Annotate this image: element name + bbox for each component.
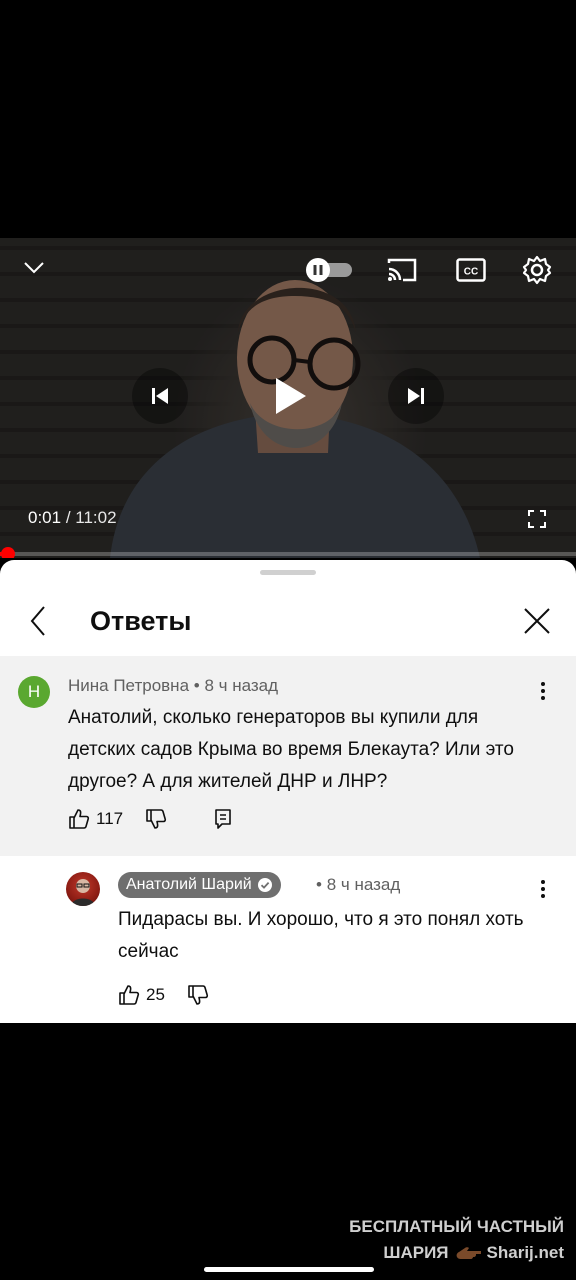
sheet-header: Ответы	[0, 588, 576, 654]
avatar[interactable]	[66, 872, 100, 906]
autoplay-toggle-icon[interactable]	[304, 258, 354, 282]
comment-text: Анатолий, сколько генераторов вы купили …	[68, 707, 514, 792]
watermark-name: ШАРИЯ	[383, 1243, 449, 1262]
like-count: 117	[96, 809, 124, 828]
settings-gear-icon[interactable]	[522, 255, 552, 285]
sheet-title: Ответы	[90, 606, 192, 636]
avatar[interactable]: Н	[18, 676, 50, 708]
watermark-site: Sharij.net	[486, 1243, 564, 1262]
like-icon[interactable]	[118, 984, 140, 1006]
parent-comment: Н Нина Петровна • 8 ч назад Анатолий, ск…	[0, 656, 576, 856]
like-icon[interactable]	[68, 808, 90, 830]
cast-icon[interactable]	[386, 256, 418, 284]
author-chip[interactable]: Анатолий Шарий	[118, 872, 281, 898]
back-button[interactable]	[22, 602, 56, 640]
verified-check-icon	[257, 878, 272, 892]
comment-time: 8 ч назад	[204, 676, 279, 695]
comment-time: 8 ч назад	[326, 875, 401, 894]
reply-comment: Анатолий Шарий • 8 ч назад Пидарасы вы. …	[0, 856, 576, 1023]
watermark-line2: ШАРИЯ Sharij.net	[344, 1240, 564, 1266]
chevron-left-icon	[30, 606, 45, 636]
time-display: 0:01 / 11:02	[28, 508, 117, 528]
svg-text:CC: CC	[464, 267, 478, 278]
close-button[interactable]	[518, 602, 556, 640]
progress-bar[interactable]	[0, 552, 576, 556]
home-indicator[interactable]	[204, 1267, 374, 1272]
watermark: БЕСПЛАТНЫЙ ЧАСТНЫЙ ШАРИЯ Sharij.net	[344, 1214, 564, 1266]
comment-author[interactable]: Нина Петровна	[68, 676, 189, 695]
meta-dot: •	[189, 676, 205, 695]
comment-author: Анатолий Шарий	[126, 876, 252, 893]
reply-icon[interactable]	[213, 808, 233, 830]
close-icon	[524, 608, 550, 634]
drag-handle[interactable]	[260, 570, 316, 575]
comment-meta: Нина Петровна • 8 ч назад	[68, 676, 278, 696]
previous-button[interactable]	[132, 368, 188, 424]
chevron-down-icon[interactable]	[22, 256, 46, 280]
play-button[interactable]	[262, 368, 318, 424]
current-time: 0:01	[28, 508, 62, 527]
previous-icon	[152, 388, 168, 404]
comment-meta: • 8 ч назад	[316, 875, 400, 895]
play-icon	[276, 378, 306, 414]
comment-actions: 25	[118, 984, 209, 1006]
comment-actions: 117	[68, 808, 233, 830]
more-options-icon[interactable]	[532, 876, 554, 902]
meta-dot: •	[316, 875, 327, 894]
comment-text: Пидарасы вы. И хорошо, что я это понял х…	[118, 909, 524, 962]
duration: 11:02	[75, 508, 117, 527]
replies-sheet: Ответы Н Нина Петровна • 8 ч назад Анато…	[0, 560, 576, 1023]
scrubber-handle[interactable]	[1, 547, 15, 558]
watermark-line1: БЕСПЛАТНЫЙ ЧАСТНЫЙ	[349, 1217, 564, 1236]
video-player[interactable]: CC 0:01 / 11:02	[0, 238, 576, 558]
next-button[interactable]	[388, 368, 444, 424]
more-options-icon[interactable]	[532, 678, 554, 704]
fullscreen-icon[interactable]	[526, 508, 548, 530]
like-count: 25	[146, 985, 165, 1004]
dislike-icon[interactable]	[187, 984, 209, 1006]
pointing-hand-icon	[456, 1247, 481, 1259]
captions-icon[interactable]: CC	[456, 257, 486, 283]
time-separator: /	[61, 508, 76, 527]
next-icon	[408, 388, 424, 404]
dislike-icon[interactable]	[145, 808, 167, 830]
